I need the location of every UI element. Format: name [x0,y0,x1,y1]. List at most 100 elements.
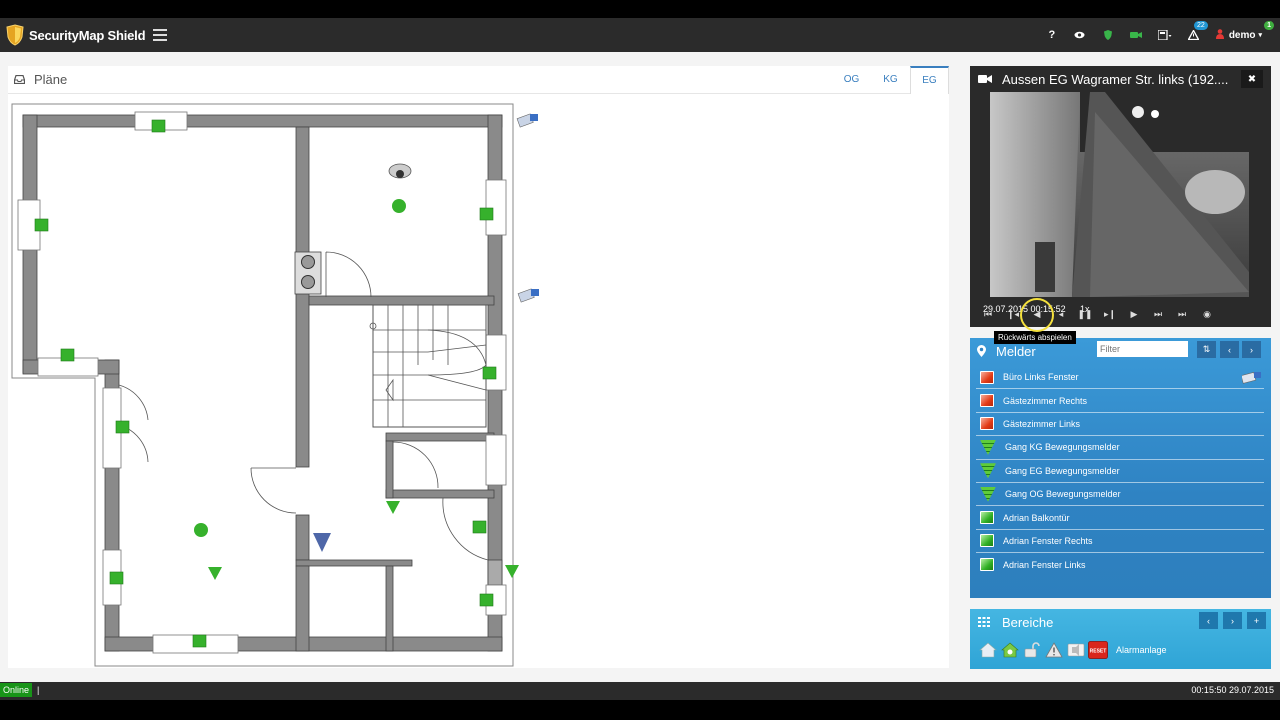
grid-icon [978,617,990,627]
camera-marker-2[interactable] [517,288,539,303]
sort-icon[interactable]: ⇅ [1197,341,1216,358]
melder-item-label: Adrian Fenster Rechts [1003,535,1093,546]
dome-camera-marker[interactable] [388,163,412,179]
melder-item-label: Adrian Fenster Links [1003,559,1086,570]
help-icon[interactable]: ? [1038,18,1066,52]
video-camera-icon [978,75,992,83]
inbox-icon [14,75,25,84]
camera-icon[interactable] [1242,370,1262,384]
brand[interactable]: SecurityMap Shield [6,24,146,46]
status-separator: | [37,685,40,695]
cursor-highlight [1020,298,1054,332]
online-status: Online [0,683,33,697]
tab-og[interactable]: OG [832,66,871,94]
navbar: SecurityMap Shield ? 22 demo ▾ 1 [0,18,1280,52]
chevron-left-icon[interactable]: ‹ [1220,341,1239,358]
motion-sensor-icon [980,486,996,502]
statusbar: Online | 00:15:50 29.07.2015 [0,682,1280,700]
status-clock: 00:15:50 29.07.2015 [1191,685,1274,695]
video-header: Aussen EG Wagramer Str. links (192.... ✖ [970,66,1271,92]
bereiche-title: Bereiche [1002,614,1054,630]
melder-item[interactable]: Büro Links Fenster [976,366,1264,390]
next-icon[interactable]: ⏭ [1150,309,1166,320]
eye-icon[interactable] [1066,18,1094,52]
slow-back-icon[interactable]: ◂ [1053,309,1069,320]
bereiche-panel: Bereiche ‹ › + RESET Alarmanlage [970,609,1271,669]
main-content: Pläne OG KG EG Aussen EG Wagramer Str. l… [0,52,1280,682]
melder-panel: Melder ⇅ ‹ › Büro Links Fenster Gästezim… [970,338,1271,598]
playback-tooltip: Rückwärts abspielen [994,331,1076,344]
melder-item[interactable]: Adrian Balkontür [976,506,1264,530]
reset-icon[interactable]: RESET [1088,640,1108,660]
area-actions: RESET Alarmanlage [978,640,1167,660]
user-menu[interactable]: demo ▾ 1 [1215,20,1274,42]
skip-start-icon[interactable]: ⏮ [980,309,996,320]
warning-notifications-icon[interactable]: 22 [1180,18,1208,52]
play-icon[interactable]: ▶ [1126,309,1142,320]
plans-panel: Pläne OG KG EG [8,66,949,668]
video-stream[interactable] [990,92,1249,297]
melder-item-label: Gästezimmer Rechts [1003,395,1088,406]
top-letterbox [0,0,1280,18]
melder-item[interactable]: Adrian Fenster Links [976,553,1264,576]
floorplan[interactable] [8,100,568,670]
floorplan-walls [11,103,514,667]
close-icon[interactable]: ✖ [1241,70,1263,88]
melder-title: Melder [996,343,1036,359]
chevron-right-icon[interactable]: › [1242,341,1261,358]
home-armed-icon[interactable] [1000,640,1020,660]
step-forward-icon[interactable]: ▸❙ [1102,309,1118,320]
window-ok-icon [980,558,994,572]
add-icon[interactable]: + [1247,612,1266,629]
shield-status-icon[interactable] [1094,18,1122,52]
melder-item-label: Büro Links Fenster [1003,372,1079,383]
user-badge: 1 [1264,20,1274,30]
unlock-icon[interactable] [1022,640,1042,660]
video-title: Aussen EG Wagramer Str. links (192.... [1002,71,1229,87]
user-name: demo [1228,29,1256,41]
warning-icon[interactable] [1044,640,1064,660]
help-label: ? [1048,29,1056,41]
motion-sensor-icon [980,439,996,455]
melder-item-label: Gang KG Bewegungsmelder [1005,442,1120,453]
window-ok-icon [980,534,994,548]
melder-item[interactable]: Gang OG Bewegungsmelder [976,483,1264,507]
melder-item[interactable]: Gang KG Bewegungsmelder [976,436,1264,460]
user-icon [1215,28,1224,42]
caret-down-icon: ▾ [1258,32,1262,39]
video-panel: Aussen EG Wagramer Str. links (192.... ✖ [970,66,1271,327]
tab-kg[interactable]: KG [871,66,910,94]
nav-right: ? 22 demo ▾ 1 [1038,18,1274,52]
melder-item-label: Adrian Balkontür [1003,512,1070,523]
playback-controls: ⏮ ❙◂ ◀ ◂ ❚❚ ▸❙ ▶ ⏭ ⏭ ◉ [970,309,1271,327]
siren-icon[interactable] [1066,640,1086,660]
melder-list: Büro Links Fenster Gästezimmer Rechts Gä… [976,366,1264,577]
chevron-left-icon[interactable]: ‹ [1199,612,1218,629]
video-camera-icon[interactable] [1122,18,1150,52]
tab-eg[interactable]: EG [910,66,949,94]
view-icon[interactable]: ◉ [1199,309,1215,320]
window-alarm-icon [980,394,994,408]
menu-toggle-icon[interactable] [153,29,168,41]
plans-title-label: Pläne [34,72,68,87]
melder-item[interactable]: Adrian Fenster Rechts [976,530,1264,554]
bottom-letterbox [0,700,1280,720]
skip-end-icon[interactable]: ⏭ [1174,309,1190,320]
floor-tabs: OG KG EG [832,66,949,94]
filter-input[interactable] [1097,341,1188,357]
chevron-right-icon[interactable]: › [1223,612,1242,629]
melder-item[interactable]: Gästezimmer Links [976,413,1264,437]
pause-icon[interactable]: ❚❚ [1077,309,1093,320]
reset-label: RESET [1090,649,1107,655]
melder-item-label: Gang EG Bewegungsmelder [1005,465,1120,476]
camera-marker-1[interactable] [516,113,538,128]
melder-item[interactable]: Gang EG Bewegungsmelder [976,460,1264,483]
plans-title: Pläne [14,72,67,87]
app-title: SecurityMap Shield [29,27,146,43]
calculator-dropdown-icon[interactable] [1150,18,1180,52]
plans-header: Pläne OG KG EG [8,66,949,94]
step-back-icon[interactable]: ❙◂ [1005,309,1021,320]
melder-item[interactable]: Gästezimmer Rechts [976,389,1264,413]
window-ok-icon [980,511,994,525]
home-icon[interactable] [978,640,998,660]
